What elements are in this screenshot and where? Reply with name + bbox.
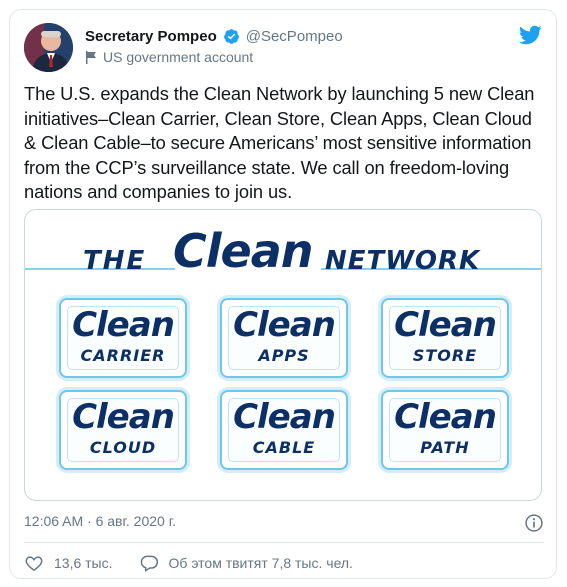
badge-sub: STORE xyxy=(412,346,478,365)
logo-network: NETWORK xyxy=(325,246,481,276)
badge-clean-cable: Clean CABLE xyxy=(220,390,348,470)
tweet-card: Secretary Pompeo @SecPompeo US governmen… xyxy=(9,9,557,579)
author-row: Secretary Pompeo @SecPompeo xyxy=(85,28,343,45)
avatar[interactable] xyxy=(24,23,73,72)
badge-sub: PATH xyxy=(420,438,470,457)
badge-sub: CABLE xyxy=(252,438,316,457)
badge-clean-apps: Clean APPS xyxy=(220,298,348,378)
timestamp[interactable]: 12:06 AM · 6 авг. 2020 г. xyxy=(24,513,176,529)
info-icon[interactable] xyxy=(524,513,544,533)
heart-icon xyxy=(25,556,43,571)
badge-word: Clean xyxy=(233,305,336,345)
badge-clean-store: Clean STORE xyxy=(381,298,509,378)
badge-sub: CARRIER xyxy=(80,346,166,365)
twitter-bird-icon[interactable] xyxy=(518,23,542,47)
badge-clean-carrier: Clean CARRIER xyxy=(59,298,187,378)
verified-badge-icon xyxy=(223,29,239,44)
clean-network-logo: THE Clean NETWORK xyxy=(25,224,541,282)
badge-sub: CLOUD xyxy=(89,438,157,457)
badge-sub: APPS xyxy=(258,346,310,365)
account-label: US government account xyxy=(103,49,254,65)
handle[interactable]: @SecPompeo xyxy=(246,28,343,45)
logo-the: THE xyxy=(83,246,147,276)
badge-clean-path: Clean PATH xyxy=(381,390,509,470)
divider xyxy=(24,542,544,543)
badge-word: Clean xyxy=(72,397,175,437)
badge-clean-cloud: Clean CLOUD xyxy=(59,390,187,470)
discussion-count: Об этом твитят 7,8 тыс. чел. xyxy=(168,555,353,571)
logo-clean: Clean xyxy=(173,224,314,278)
like-count: 13,6 тыс. xyxy=(54,555,113,571)
badge-word: Clean xyxy=(394,305,497,345)
flag-icon xyxy=(86,50,96,64)
tweet-image[interactable]: THE Clean NETWORK Clean CARRIER Clean AP… xyxy=(24,209,542,501)
badge-word: Clean xyxy=(394,397,497,437)
account-label-row: US government account xyxy=(85,49,253,65)
badge-word: Clean xyxy=(72,305,175,345)
meta-row: 12:06 AM · 6 авг. 2020 г. xyxy=(24,513,544,533)
display-name[interactable]: Secretary Pompeo xyxy=(85,28,217,45)
like-button[interactable]: 13,6 тыс. xyxy=(24,553,113,573)
comment-icon xyxy=(140,555,158,572)
tweet-text: The U.S. expands the Clean Network by la… xyxy=(24,83,535,202)
badge-word: Clean xyxy=(233,397,336,437)
discussion-button[interactable]: Об этом твитят 7,8 тыс. чел. xyxy=(139,553,353,573)
action-bar: 13,6 тыс. Об этом твитят 7,8 тыс. чел. xyxy=(24,551,353,575)
